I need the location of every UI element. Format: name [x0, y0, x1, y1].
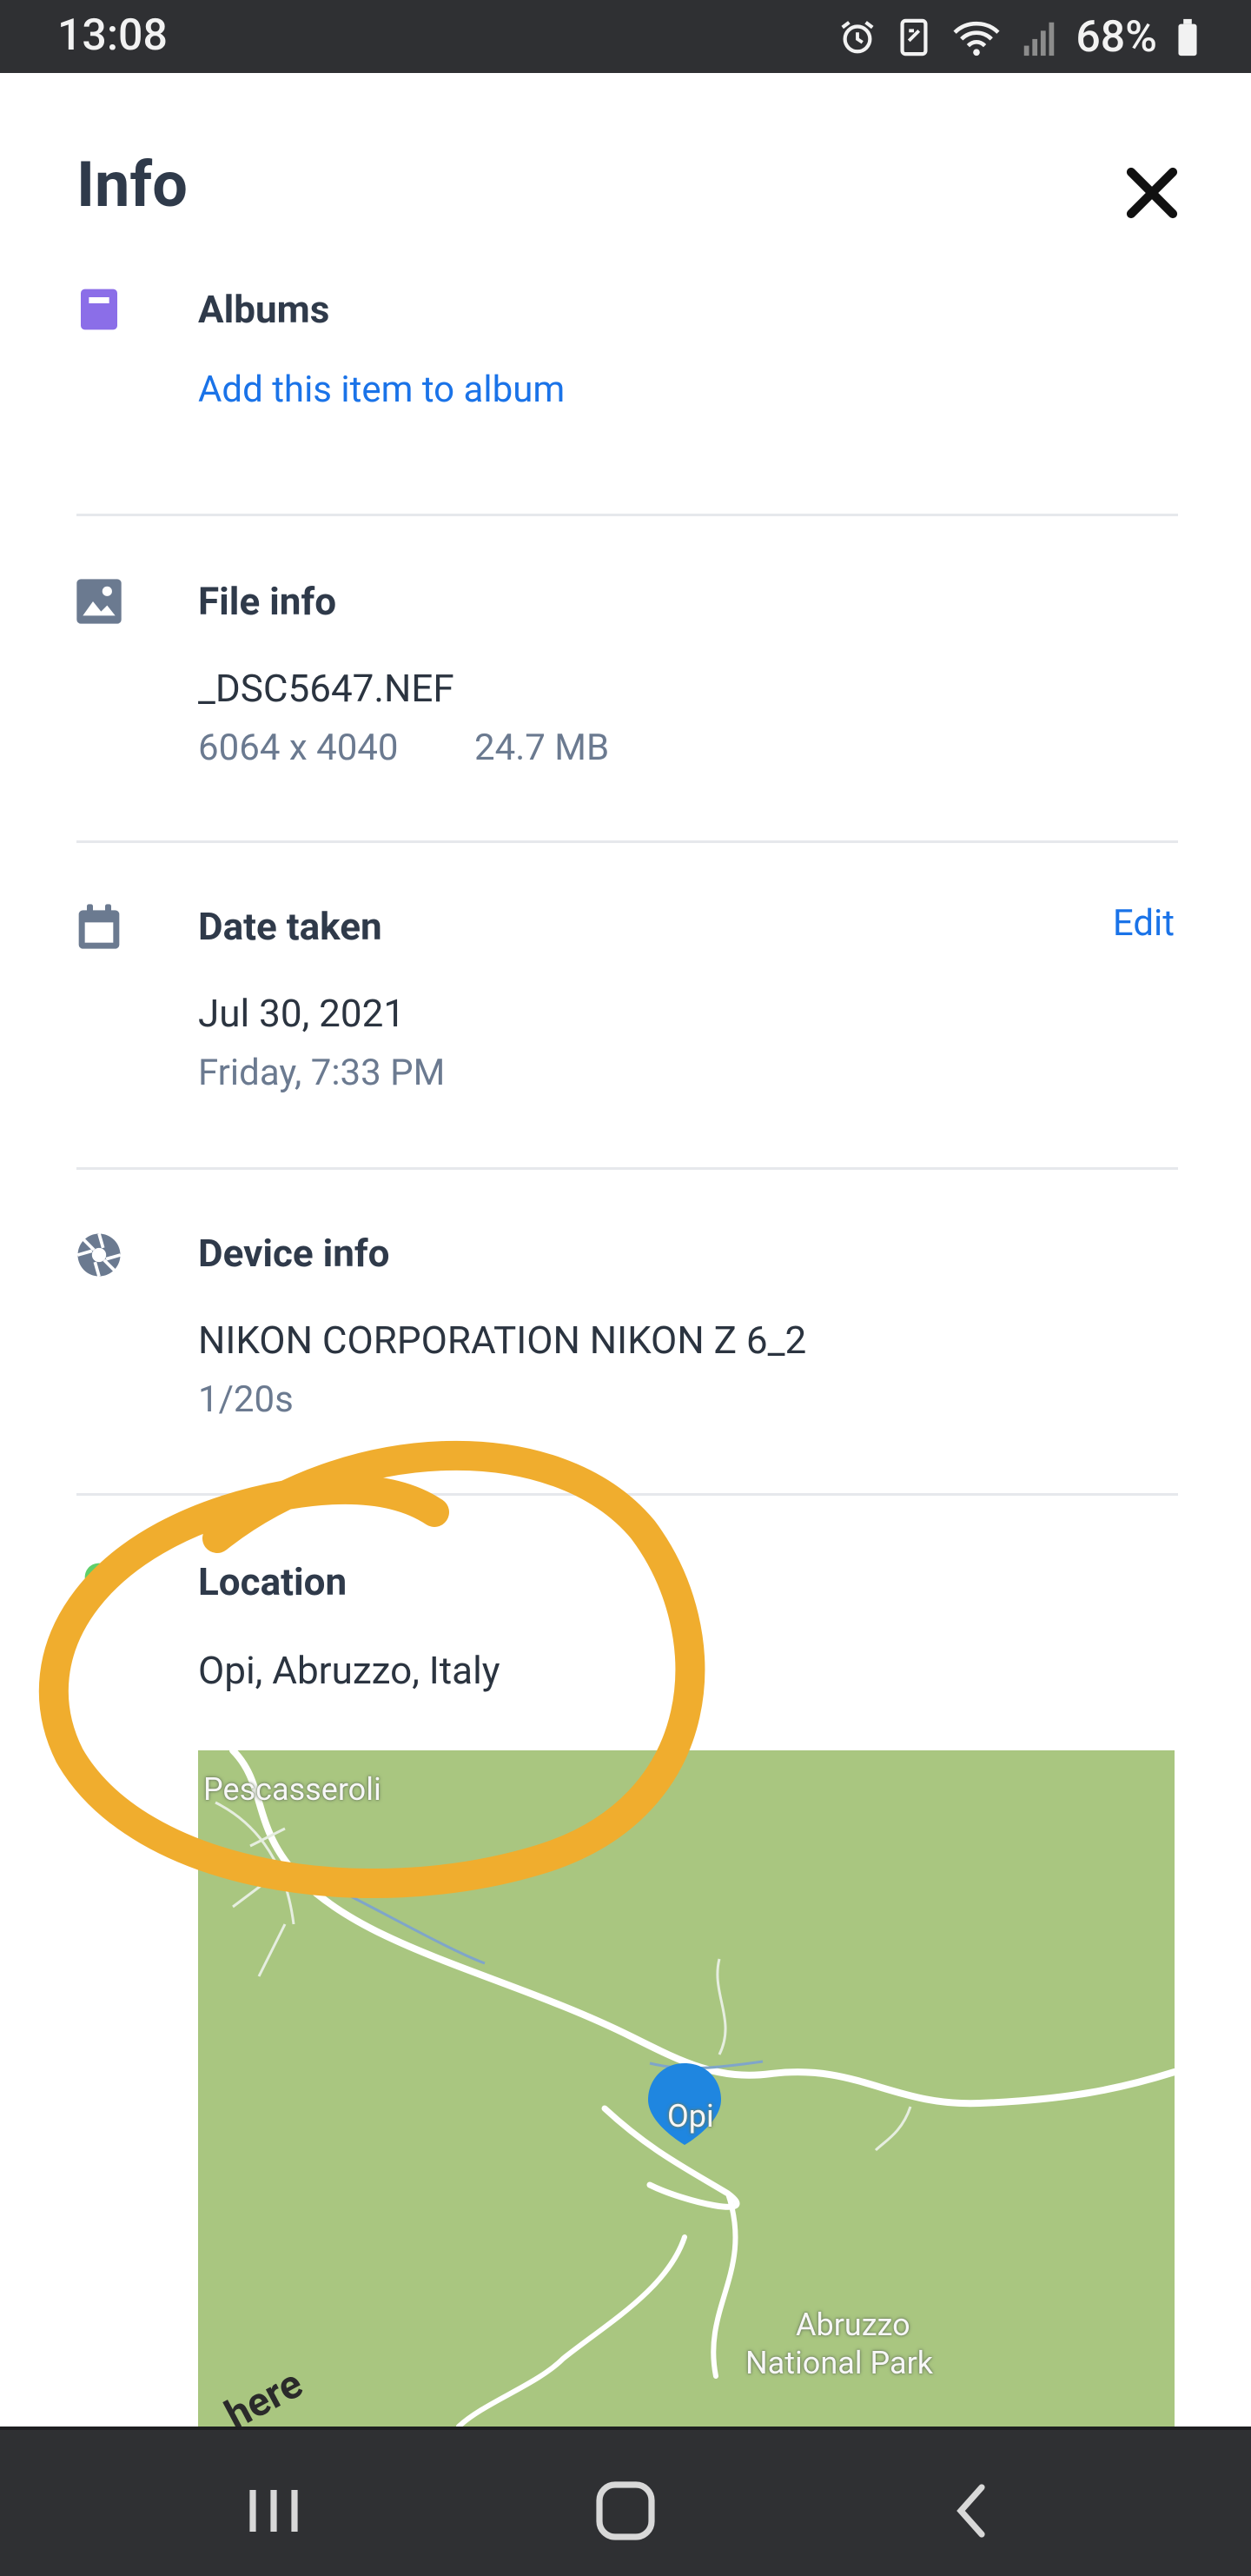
device-name: NIKON CORPORATION NIKON Z 6_2 — [198, 1318, 807, 1363]
map-label-park-line2: National Park — [745, 2345, 934, 2381]
battery-percent: 68% — [1076, 12, 1157, 63]
file-dimensions: 6064 x 4040 — [198, 727, 399, 769]
file-size: 24.7 MB — [474, 727, 610, 769]
home-icon — [596, 2481, 655, 2540]
aperture-icon — [76, 1232, 122, 1278]
signal-icon — [1024, 22, 1055, 56]
date-value: Jul 30, 2021 — [198, 991, 406, 1036]
close-button[interactable] — [1121, 162, 1183, 224]
albums-title: Albums — [198, 287, 330, 332]
status-time: 13:08 — [57, 10, 168, 61]
edit-date-button[interactable]: Edit — [1113, 902, 1175, 945]
recent-apps-button[interactable] — [235, 2472, 313, 2550]
add-to-album-link[interactable]: Add this item to album — [198, 368, 565, 411]
divider — [76, 1167, 1178, 1170]
divider — [76, 1493, 1178, 1496]
battery-icon — [1178, 18, 1197, 56]
date-weekday-time: Friday, 7:33 PM — [198, 1052, 446, 1094]
back-button[interactable] — [935, 2472, 1013, 2550]
file-info-title: File info — [198, 579, 337, 624]
image-icon — [76, 579, 122, 624]
status-bar: 13:08 68% — [0, 0, 1251, 73]
map-roads — [215, 1750, 1175, 2427]
location-value: Opi, Abruzzo, Italy — [198, 1648, 500, 1693]
alarm-icon — [841, 21, 874, 54]
location-title: Location — [198, 1559, 348, 1604]
exposure-value: 1/20s — [198, 1378, 294, 1421]
location-map[interactable]: Pescasseroli Opi Abruzzo National Park h… — [198, 1750, 1175, 2427]
map-label-park-line1: Abruzzo — [796, 2307, 910, 2343]
recent-apps-icon — [249, 2490, 298, 2532]
back-icon — [956, 2484, 985, 2538]
data-saver-icon — [900, 18, 928, 56]
home-button[interactable] — [586, 2472, 665, 2550]
album-icon — [81, 289, 117, 330]
divider — [76, 514, 1178, 516]
map-label-pescasseroli: Pescasseroli — [203, 1771, 381, 1808]
navigation-bar — [0, 2427, 1251, 2576]
calendar-icon — [78, 904, 120, 949]
divider — [76, 840, 1178, 843]
map-label-opi: Opi — [667, 2098, 714, 2134]
date-taken-title: Date taken — [198, 904, 382, 949]
wifi-icon — [953, 21, 1000, 56]
status-icons: 68% — [837, 12, 1199, 63]
device-info-title: Device info — [198, 1231, 390, 1276]
file-name: _DSC5647.NEF — [198, 666, 454, 711]
close-icon — [1126, 167, 1178, 219]
location-pin-icon — [84, 1563, 114, 1604]
page-title: Info — [76, 148, 188, 222]
